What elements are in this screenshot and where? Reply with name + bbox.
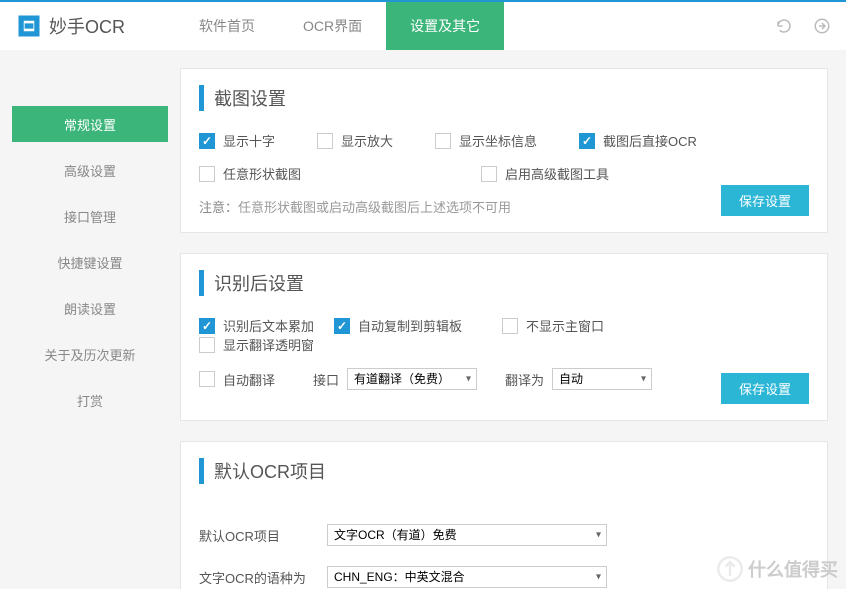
watermark-icon xyxy=(716,555,744,583)
check-cross-label: 显示十字 xyxy=(223,131,275,150)
sidebar: 常规设置 高级设置 接口管理 快捷键设置 朗读设置 关于及历次更新 打赏 xyxy=(0,50,180,589)
check-freeshape[interactable] xyxy=(199,166,215,182)
refresh-icon[interactable] xyxy=(775,17,793,35)
sidebar-shortcut[interactable]: 快捷键设置 xyxy=(12,244,168,280)
nav-settings[interactable]: 设置及其它 xyxy=(386,2,504,50)
check-clipboard-label: 自动复制到剪辑板 xyxy=(358,316,462,335)
app-name: 妙手OCR xyxy=(49,13,125,39)
check-coord-label: 显示坐标信息 xyxy=(459,131,537,150)
sidebar-donate[interactable]: 打赏 xyxy=(12,382,168,418)
check-clipboard[interactable] xyxy=(334,318,350,334)
check-append-label: 识别后文本累加 xyxy=(223,316,314,335)
sidebar-about[interactable]: 关于及历次更新 xyxy=(12,336,168,372)
screenshot-title: 截图设置 xyxy=(199,85,809,111)
check-append[interactable] xyxy=(199,318,215,334)
sidebar-api[interactable]: 接口管理 xyxy=(12,198,168,234)
exit-icon[interactable] xyxy=(813,17,831,35)
check-advtool-label: 启用高级截图工具 xyxy=(505,164,609,183)
check-hide-main-label: 不显示主窗口 xyxy=(526,316,604,335)
check-trans-overlay-label: 显示翻译透明窗 xyxy=(223,335,314,354)
check-auto-translate[interactable] xyxy=(199,371,215,387)
nav-home[interactable]: 软件首页 xyxy=(175,2,279,50)
api-label: 接口 xyxy=(313,370,339,389)
check-auto-translate-label: 自动翻译 xyxy=(223,370,275,389)
translate-to-select[interactable]: 自动 xyxy=(552,368,652,390)
check-freeshape-label: 任意形状截图 xyxy=(223,164,301,183)
nav: 软件首页 OCR界面 设置及其它 xyxy=(175,2,504,50)
check-direct-ocr-label: 截图后直接OCR xyxy=(603,131,697,150)
check-zoom[interactable] xyxy=(317,133,333,149)
check-zoom-label: 显示放大 xyxy=(341,131,393,150)
logo-icon xyxy=(15,12,43,40)
header-icons xyxy=(775,17,831,35)
screenshot-panel: 截图设置 显示十字 显示放大 显示坐标信息 截图后直接OCR 任意形状截图 启用… xyxy=(180,68,828,233)
project-select[interactable]: 文字OCR（有道）免费 xyxy=(327,524,607,546)
check-coord[interactable] xyxy=(435,133,451,149)
afterocr-panel: 识别后设置 识别后文本累加 自动复制到剪辑板 不显示主窗口 显示翻译透明窗 自动… xyxy=(180,253,828,421)
nav-ocr[interactable]: OCR界面 xyxy=(279,2,386,50)
api-select[interactable]: 有道翻译（免费） xyxy=(347,368,477,390)
lang-select[interactable]: CHN_ENG：中英文混合 xyxy=(327,566,607,588)
check-trans-overlay[interactable] xyxy=(199,337,215,353)
check-hide-main[interactable] xyxy=(502,318,518,334)
check-direct-ocr[interactable] xyxy=(579,133,595,149)
sidebar-read[interactable]: 朗读设置 xyxy=(12,290,168,326)
check-cross[interactable] xyxy=(199,133,215,149)
check-advtool[interactable] xyxy=(481,166,497,182)
default-title: 默认OCR项目 xyxy=(199,458,809,484)
project-label: 默认OCR项目 xyxy=(199,526,319,545)
afterocr-save-button[interactable]: 保存设置 xyxy=(721,373,809,404)
watermark: 什么值得买 xyxy=(716,555,838,583)
main: 截图设置 显示十字 显示放大 显示坐标信息 截图后直接OCR 任意形状截图 启用… xyxy=(180,50,846,589)
header: 妙手OCR 软件首页 OCR界面 设置及其它 xyxy=(0,0,846,50)
logo: 妙手OCR xyxy=(15,12,125,40)
sidebar-advanced[interactable]: 高级设置 xyxy=(12,152,168,188)
sidebar-general[interactable]: 常规设置 xyxy=(12,106,168,142)
screenshot-save-button[interactable]: 保存设置 xyxy=(721,185,809,216)
translate-to-label: 翻译为 xyxy=(505,370,544,389)
lang-label: 文字OCR的语种为 xyxy=(199,568,319,587)
screenshot-note: 注意：任意形状截图或启动高级截图后上述选项不可用 xyxy=(199,197,809,216)
afterocr-title: 识别后设置 xyxy=(199,270,809,296)
body: 常规设置 高级设置 接口管理 快捷键设置 朗读设置 关于及历次更新 打赏 截图设… xyxy=(0,50,846,589)
